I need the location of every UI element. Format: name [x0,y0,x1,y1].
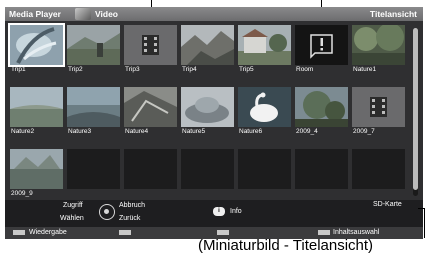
blue-key-icon[interactable] [318,230,330,235]
red-key-icon[interactable] [13,230,25,235]
film-strip-icon [142,35,159,55]
app-title: Media Player [9,9,61,19]
empty-slot [181,149,234,199]
thumbnail-label: Trip3 [125,66,140,73]
thumbnail-image [10,87,63,127]
media-player-screen: Media Player Video Titelansicht Trip1 Tr… [5,7,423,239]
thumbnail-trip2[interactable]: Trip2 [67,25,120,75]
thumbnail-image [67,25,120,65]
video-icon [75,8,91,20]
thumbnail-nature5[interactable]: Nature5 [181,87,234,137]
thumbnail-trip3[interactable]: Trip3 [124,25,177,75]
abbruch-label: Abbruch [119,202,146,209]
inhaltsauswahl-label: Inhaltsauswahl [333,229,380,236]
empty-slot [295,149,348,199]
empty-slot [124,149,177,199]
thumbnail-nature2[interactable]: Nature2 [10,87,63,137]
section-title: Video [95,9,118,19]
sd-card-callout-line [424,208,425,238]
thumbnail-label: Nature3 [68,128,92,135]
info-key-icon: i [213,207,225,216]
thumbnail-image [238,25,291,65]
thumbnail-2009-7[interactable]: 2009_7 [352,87,405,137]
empty-slot [238,149,291,199]
thumbnail-image [352,25,405,65]
view-mode: Titelansicht [369,9,417,19]
empty-slot [67,149,120,199]
thumbnail-image [8,23,65,67]
thumbnail-nature1[interactable]: Nature1 [352,25,405,75]
thumbnail-2009-4[interactable]: 2009_4 [295,87,348,137]
thumbnail-trip5[interactable]: Trip5 [238,25,291,75]
thumbnail-nature4[interactable]: Nature4 [124,87,177,137]
thumbnail-label: Trip1 [11,66,26,73]
thumbnail-label: 2009_7 [353,128,375,135]
thumbnail-2009-9[interactable]: 2009_9 [10,149,63,199]
zurueck-label: Zurück [119,215,141,222]
thumbnail-image [181,87,234,127]
thumbnail-label: Room [296,66,314,73]
thumbnail-label: Nature1 [353,66,377,73]
title-bar: Media Player Video Titelansicht [5,7,423,21]
thumbnail-image [238,87,291,127]
thumbnail-trip4[interactable]: Trip4 [181,25,234,75]
yellow-key-icon[interactable] [217,230,229,235]
zugriff-label: Zugriff [63,202,83,209]
thumbnail-trip1[interactable]: Trip1 [8,23,65,75]
thumbnail-label: Trip4 [182,66,197,73]
thumbnail-room[interactable]: Room [295,25,348,75]
thumbnail-image [295,87,348,127]
waehlen-label: Wählen [60,215,84,222]
operation-guide: Zugriff Wählen Abbruch Zurück i Info SD-… [5,200,423,227]
thumbnail-label: Trip2 [68,66,83,73]
thumbnail-image [10,149,63,189]
warning-icon [310,34,333,59]
thumbnail-nature6[interactable]: Nature6 [238,87,291,137]
thumbnail-label: 2009_9 [11,190,33,197]
thumbnail-image [295,25,348,65]
thumbnail-image [67,87,120,127]
thumbnail-nature3[interactable]: Nature3 [67,87,120,137]
green-key-icon[interactable] [119,230,131,235]
scrollbar[interactable] [413,28,418,196]
thumbnail-label: 2009_4 [296,128,318,135]
thumbnail-label: Nature6 [239,128,263,135]
thumbnail-image [181,25,234,65]
thumbnail-image [124,87,177,127]
sd-card-label: SD-Karte [373,201,402,208]
scrollbar-thumb[interactable] [413,28,418,190]
figure-caption: (Miniaturbild - Titelansicht) [198,237,374,254]
thumbnail-image [352,87,405,127]
wiedergabe-label: Wiedergabe [29,229,67,236]
thumbnail-label: Nature4 [125,128,149,135]
thumbnail-label: Nature2 [11,128,35,135]
film-strip-icon [370,97,387,117]
thumbnail-label: Trip5 [239,66,254,73]
info-label: Info [230,208,242,215]
thumbnail-label: Nature5 [182,128,206,135]
empty-slot [352,149,405,199]
sd-card-callout-tick [418,208,425,209]
thumbnail-image [124,25,177,65]
cursor-dial-icon [99,204,115,220]
